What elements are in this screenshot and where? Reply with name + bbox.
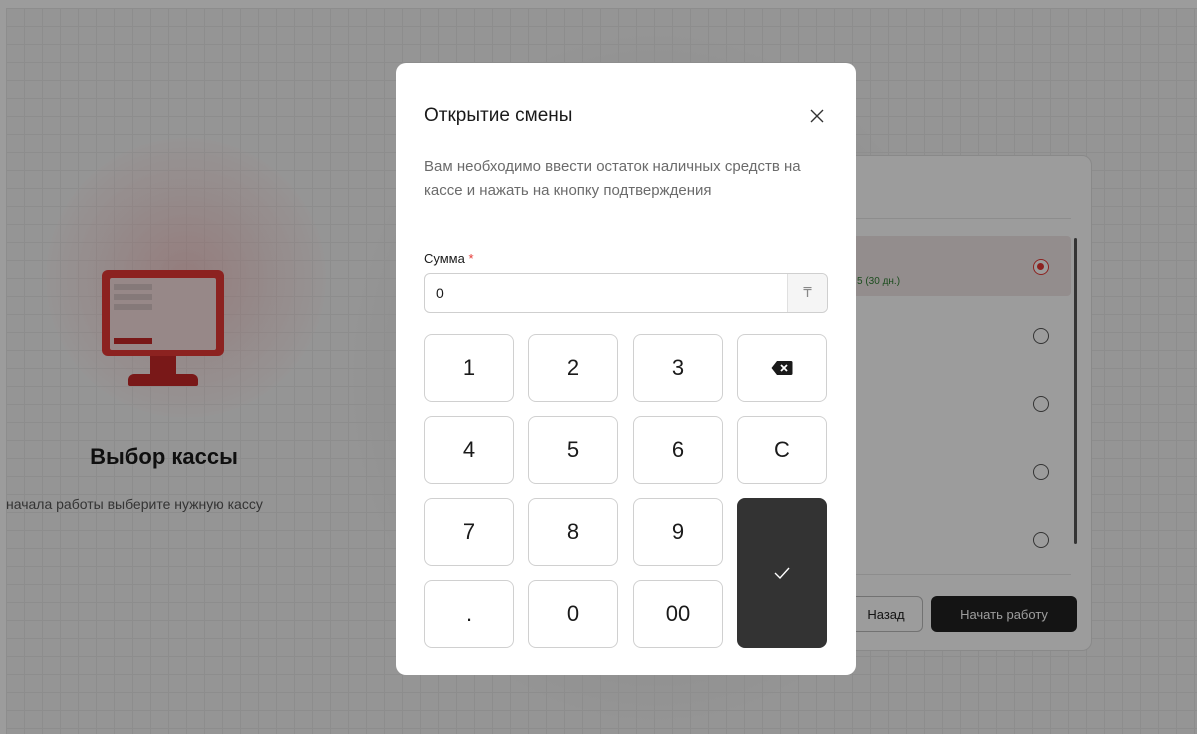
sum-input[interactable] xyxy=(425,274,787,312)
key-9[interactable]: 9 xyxy=(633,498,723,566)
key-2[interactable]: 2 xyxy=(528,334,618,402)
key-8[interactable]: 8 xyxy=(528,498,618,566)
key-6[interactable]: 6 xyxy=(633,416,723,484)
key-00[interactable]: 00 xyxy=(633,580,723,648)
key-1[interactable]: 1 xyxy=(424,334,514,402)
sum-field[interactable]: ₸ xyxy=(424,273,828,313)
currency-suffix: ₸ xyxy=(787,274,827,312)
backspace-icon xyxy=(771,361,793,375)
close-icon[interactable] xyxy=(806,105,828,127)
key-5[interactable]: 5 xyxy=(528,416,618,484)
required-mark: * xyxy=(468,251,474,266)
key-0[interactable]: 0 xyxy=(528,580,618,648)
key-3[interactable]: 3 xyxy=(633,334,723,402)
modal-title: Открытие смены xyxy=(424,105,573,126)
backspace-key[interactable] xyxy=(737,334,827,402)
sum-label-text: Сумма xyxy=(424,251,465,266)
clear-key[interactable]: C xyxy=(737,416,827,484)
open-shift-modal: Открытие смены Вам необходимо ввести ост… xyxy=(396,63,856,675)
modal-description: Вам необходимо ввести остаток наличных с… xyxy=(424,158,801,199)
sum-label: Сумма * xyxy=(424,251,474,266)
key-4[interactable]: 4 xyxy=(424,416,514,484)
check-icon xyxy=(774,567,790,579)
key-dot[interactable]: . xyxy=(424,580,514,648)
confirm-button[interactable] xyxy=(737,498,827,648)
key-7[interactable]: 7 xyxy=(424,498,514,566)
